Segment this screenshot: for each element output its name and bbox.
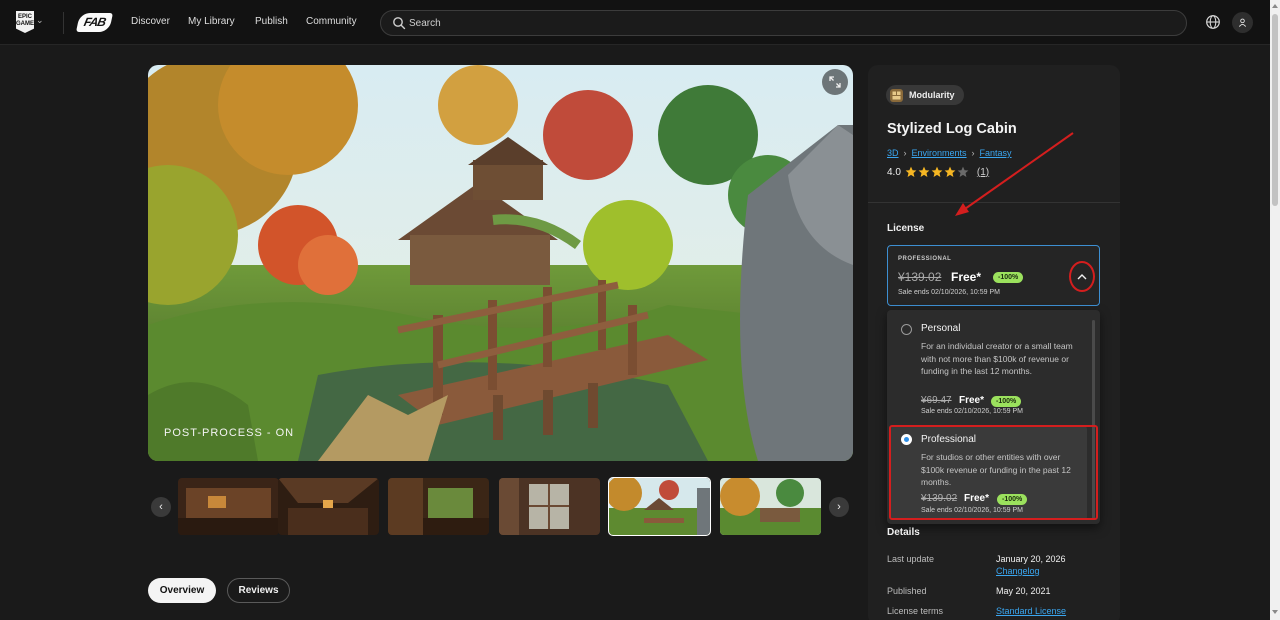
- star-empty-icon: [957, 166, 969, 177]
- rating-value: 4.0: [887, 166, 901, 178]
- discount-badge: -100%: [993, 272, 1024, 283]
- hero-caption: POST-PROCESS - ON: [164, 427, 295, 439]
- option-name: Personal: [921, 323, 961, 334]
- next-thumbnail-button[interactable]: ›: [829, 497, 849, 517]
- license-terms-label: License terms: [887, 606, 944, 616]
- breadcrumb-3d[interactable]: 3D: [887, 148, 899, 158]
- divider: [868, 202, 1120, 203]
- scroll-thumb[interactable]: [1272, 14, 1278, 206]
- last-update-label: Last update: [887, 554, 935, 564]
- sale-end-note: Sale ends 02/10/2026, 10:59 PM: [898, 289, 1000, 296]
- search-input[interactable]: [409, 11, 1149, 35]
- thumbnail-2[interactable]: [278, 478, 379, 535]
- license-tier: PROFESSIONAL: [898, 256, 952, 262]
- rating-count-link[interactable]: (1): [977, 167, 989, 178]
- thumbnail-3[interactable]: [388, 478, 489, 535]
- fab-logo[interactable]: FAB: [75, 13, 114, 32]
- chevron-right-icon: ›: [903, 148, 907, 158]
- category-chip[interactable]: Modularity: [886, 85, 964, 105]
- license-terms-link[interactable]: Standard License: [996, 606, 1066, 616]
- user-icon: [1238, 18, 1247, 27]
- last-update-value: January 20, 2026: [996, 554, 1066, 564]
- nav-my-library[interactable]: My Library: [188, 16, 235, 27]
- star-filled-icon: [944, 166, 956, 177]
- product-title: Stylized Log Cabin: [887, 121, 1017, 137]
- rating: 4.0 (1): [887, 166, 989, 178]
- original-price: ¥139.02: [898, 270, 942, 284]
- epic-games-logo[interactable]: EPIC GAMES: [16, 11, 34, 33]
- changelog-link[interactable]: Changelog: [996, 566, 1040, 576]
- license-heading: License: [887, 223, 925, 234]
- star-filled-icon: [918, 166, 930, 177]
- thumbnail-4[interactable]: [499, 478, 600, 535]
- personal-radio[interactable]: [901, 324, 912, 335]
- nav-discover[interactable]: Discover: [131, 16, 170, 27]
- previous-thumbnail-button[interactable]: ‹: [151, 497, 171, 517]
- nav-divider: [63, 12, 64, 34]
- rating-stars: [905, 166, 969, 178]
- breadcrumb: 3D › Environments › Fantasy: [887, 148, 1012, 158]
- scroll-up-arrow-icon[interactable]: [1272, 4, 1278, 8]
- chevron-down-icon[interactable]: ⌄: [36, 15, 44, 26]
- breadcrumb-fantasy[interactable]: Fantasy: [980, 148, 1012, 158]
- avatar[interactable]: [1232, 12, 1253, 33]
- option-discount-badge: -100%: [991, 396, 1022, 407]
- globe-icon[interactable]: [1205, 14, 1221, 30]
- breadcrumb-environments[interactable]: Environments: [912, 148, 967, 158]
- search-bar[interactable]: [380, 10, 1187, 36]
- chevron-right-icon: ›: [971, 148, 975, 158]
- details-heading: Details: [887, 527, 920, 538]
- published-value: May 20, 2021: [996, 586, 1051, 596]
- option-original-price: ¥69.47: [921, 395, 952, 406]
- option-description: For an individual creator or a small tea…: [921, 341, 1073, 376]
- thumbnail-6[interactable]: [720, 478, 821, 535]
- published-label: Published: [887, 586, 927, 596]
- thumbnail-5[interactable]: [608, 477, 711, 536]
- chevron-left-icon: ‹: [159, 501, 163, 513]
- annotation-box: [889, 425, 1098, 520]
- star-filled-icon: [931, 166, 943, 177]
- option-sale-note: Sale ends 02/10/2026, 10:59 PM: [921, 408, 1023, 415]
- expand-icon: [829, 76, 841, 88]
- top-nav: EPIC GAMES ⌄ FAB Discover My Library Pub…: [0, 0, 1270, 45]
- option-sale-price: Free*: [959, 395, 985, 406]
- sale-price: Free*: [951, 270, 982, 284]
- modularity-icon: [890, 88, 903, 102]
- tab-overview[interactable]: Overview: [148, 578, 216, 603]
- star-filled-icon: [905, 166, 917, 177]
- thumbnail-1[interactable]: [178, 478, 279, 535]
- chevron-right-icon: ›: [837, 501, 841, 513]
- nav-publish[interactable]: Publish: [255, 16, 288, 27]
- expand-fullscreen-button[interactable]: [822, 69, 848, 95]
- tab-reviews[interactable]: Reviews: [227, 578, 290, 603]
- nav-community[interactable]: Community: [306, 16, 357, 27]
- scroll-down-arrow-icon[interactable]: [1272, 610, 1278, 614]
- page-scrollbar[interactable]: [1270, 0, 1280, 620]
- hero-image[interactable]: POST-PROCESS - ON: [148, 65, 853, 461]
- annotation-circle: [1069, 261, 1095, 292]
- search-icon: [393, 17, 406, 30]
- category-label: Modularity: [909, 90, 955, 100]
